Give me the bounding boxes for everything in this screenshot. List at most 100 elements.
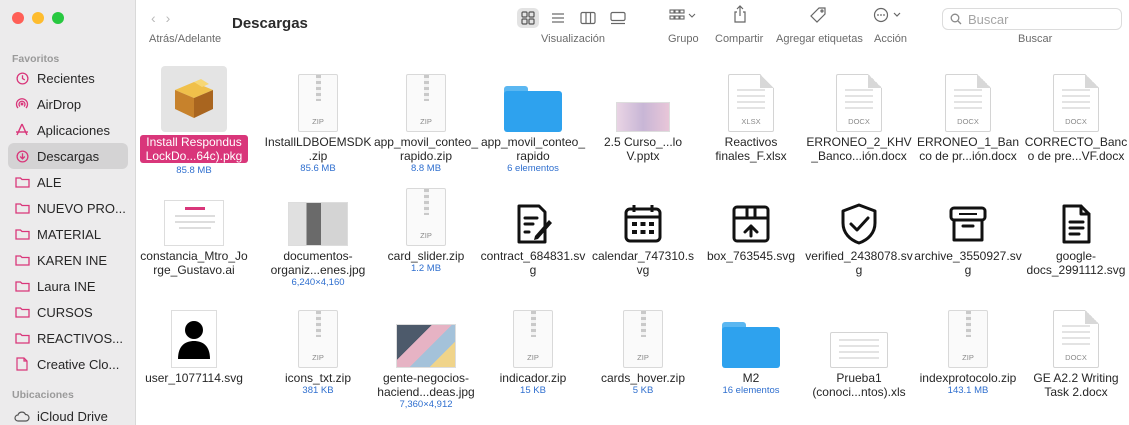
action-icon[interactable] bbox=[873, 7, 903, 28]
file-name: M2 bbox=[742, 371, 760, 385]
action-label: Acción bbox=[874, 33, 908, 45]
file-name: 2.5 Curso_...lo V.pptx bbox=[603, 135, 683, 163]
archive-file-icon bbox=[914, 180, 1022, 246]
file-name: archive_3550927.svg bbox=[914, 249, 1022, 277]
file-item[interactable]: google-docs_2991112.svg bbox=[1022, 180, 1129, 277]
file-item[interactable]: app_movil_conteo_rapido 6 elementos bbox=[479, 66, 587, 175]
zip-file-icon: ZIP bbox=[372, 180, 480, 246]
file-meta: 6,240×4,160 bbox=[291, 277, 345, 288]
search-placeholder: Buscar bbox=[968, 11, 1009, 27]
file-item[interactable]: documentos-organiz...enes.jpg 6,240×4,160 bbox=[264, 180, 372, 289]
sidebar-item-label: Descargas bbox=[37, 148, 100, 164]
file-item[interactable]: DOCX ERRONEO_2_KHV_Banco...ión.docx bbox=[805, 66, 913, 163]
sidebar-item-material[interactable]: MATERIAL bbox=[8, 221, 128, 247]
icon-view-icon[interactable] bbox=[517, 8, 539, 28]
file-item[interactable]: contract_684831.svg bbox=[479, 180, 587, 277]
group-icon[interactable] bbox=[669, 9, 697, 28]
close-button[interactable] bbox=[12, 12, 24, 24]
file-item[interactable]: DOCX GE A2.2 Writing Task 2.docx bbox=[1022, 302, 1129, 399]
file-name: Prueba1 (conoci...ntos).xls bbox=[812, 371, 906, 399]
sidebar-item-airdrop[interactable]: AirDrop bbox=[8, 91, 128, 117]
file-item[interactable]: ZIP InstallLDBOEMSDK.zip 85.6 MB bbox=[264, 66, 372, 175]
gdocs-file-icon bbox=[1022, 180, 1129, 246]
file-item[interactable]: XLSX Reactivos finales_F.xlsx bbox=[697, 66, 805, 163]
sidebar: Favoritos Recientes AirDrop Aplicaciones De… bbox=[0, 0, 136, 425]
view-label: Visualización bbox=[541, 33, 606, 45]
zip-file-icon: ZIP bbox=[914, 302, 1022, 368]
column-view-icon[interactable] bbox=[577, 8, 599, 28]
zoom-button[interactable] bbox=[52, 12, 64, 24]
clock-icon bbox=[14, 70, 30, 86]
docx-file-icon: DOCX bbox=[914, 66, 1022, 132]
file-meta: 85.6 MB bbox=[300, 163, 336, 174]
file-item[interactable]: ZIP card_slider.zip 1.2 MB bbox=[372, 180, 480, 275]
file-item[interactable]: calendar_747310.svg bbox=[589, 180, 697, 277]
sidebar-item-label: iCloud Drive bbox=[37, 408, 108, 424]
favorites-section-title: Favoritos bbox=[12, 53, 60, 65]
back-arrow-icon[interactable]: ‹ bbox=[151, 10, 166, 26]
nav-arrows[interactable]: ‹› bbox=[151, 10, 180, 26]
file-item[interactable]: ZIP icons_txt.zip 381 KB bbox=[264, 302, 372, 397]
file-item[interactable]: ZIP indexprotocolo.zip 143.1 MB bbox=[914, 302, 1022, 397]
share-icon[interactable] bbox=[733, 5, 747, 28]
file-name: GE A2.2 Writing Task 2.docx bbox=[1033, 371, 1119, 399]
photo1-file-icon bbox=[264, 180, 372, 246]
file-item[interactable]: verified_2438078.svg bbox=[805, 180, 913, 277]
file-name: contract_684831.svg bbox=[480, 249, 586, 277]
file-item[interactable]: ZIP indicador.zip 15 KB bbox=[479, 302, 587, 397]
file-item[interactable]: M2 16 elementos bbox=[697, 302, 805, 397]
file-item[interactable]: ZIP app_movil_conteo_rapido.zip 8.8 MB bbox=[372, 66, 480, 175]
sidebar-item-nuevo-pro[interactable]: NUEVO PRO... bbox=[8, 195, 128, 221]
minimize-button[interactable] bbox=[32, 12, 44, 24]
file-item[interactable]: DOCX ERRONEO_1_Banco de pr...ión.docx bbox=[914, 66, 1022, 163]
sidebar-item-label: KAREN INE bbox=[37, 252, 108, 268]
file-meta: 8.8 MB bbox=[410, 163, 442, 174]
sidebar-item-recientes[interactable]: Recientes bbox=[8, 65, 128, 91]
sidebar-item-label: REACTIVOS... bbox=[37, 330, 123, 346]
file-item[interactable]: constancia_Mtro_Jorge_Gustavo.ai bbox=[140, 180, 248, 277]
folder-icon bbox=[14, 252, 30, 268]
file-item[interactable]: Install Respondus LockDo...64c).pkg 85.8 … bbox=[140, 66, 248, 177]
file-meta: 15 KB bbox=[520, 385, 546, 396]
file-item[interactable]: 2.5 Curso_...lo V.pptx bbox=[589, 66, 697, 163]
file-item[interactable]: DOCX CORRECTO_Banco de pre...VF.docx bbox=[1022, 66, 1129, 163]
folder-icon bbox=[14, 278, 30, 294]
docx-file-icon: DOCX bbox=[1022, 66, 1129, 132]
sidebar-item-laura-ine[interactable]: Laura INE bbox=[8, 273, 128, 299]
sidebar-item-ale[interactable]: ALE bbox=[8, 169, 128, 195]
forward-arrow-icon[interactable]: › bbox=[166, 10, 181, 26]
sidebar-item-descargas[interactable]: Descargas bbox=[8, 143, 128, 169]
file-item[interactable]: gente-negocios-haciend...deas.jpg 7,360×4… bbox=[372, 302, 480, 411]
file-item[interactable]: user_1077114.svg bbox=[140, 302, 248, 385]
sidebar-item-icloud-drive[interactable]: iCloud Drive bbox=[8, 403, 128, 425]
file-name: icons_txt.zip bbox=[284, 371, 352, 385]
search-input[interactable]: Buscar bbox=[942, 8, 1122, 30]
sidebar-item-creative-clo[interactable]: Creative Clo... bbox=[8, 351, 128, 377]
sidebar-item-karen-ine[interactable]: KAREN INE bbox=[8, 247, 128, 273]
finder-window: Favoritos Recientes AirDrop Aplicaciones De… bbox=[0, 0, 1129, 425]
file-item[interactable]: ZIP cards_hover.zip 5 KB bbox=[589, 302, 697, 397]
file-item[interactable]: Prueba1 (conoci...ntos).xls bbox=[805, 302, 913, 399]
sidebar-item-cursos[interactable]: CURSOS bbox=[8, 299, 128, 325]
file-name: InstallLDBOEMSDK.zip bbox=[264, 135, 372, 163]
file-name: app_movil_conteo_rapido.zip bbox=[373, 135, 479, 163]
file-item[interactable]: archive_3550927.svg bbox=[914, 180, 1022, 277]
sidebar-item-reactivos[interactable]: REACTIVOS... bbox=[8, 325, 128, 351]
sidebar-item-label: Laura INE bbox=[37, 278, 96, 294]
file-meta: 5 KB bbox=[632, 385, 654, 396]
list-view-icon[interactable] bbox=[547, 8, 569, 28]
folder-file-icon bbox=[479, 66, 587, 132]
nav-label: Atrás/Adelante bbox=[149, 33, 222, 45]
folder-icon bbox=[14, 174, 30, 190]
file-item[interactable]: box_763545.svg bbox=[697, 180, 805, 263]
file-meta: 7,360×4,912 bbox=[399, 399, 453, 410]
downloads-icon bbox=[14, 148, 30, 164]
sidebar-item-label: Aplicaciones bbox=[37, 122, 110, 138]
window-controls bbox=[12, 12, 64, 24]
sidebar-item-aplicaciones[interactable]: Aplicaciones bbox=[8, 117, 128, 143]
tag-icon[interactable] bbox=[810, 7, 826, 28]
view-switcher bbox=[517, 8, 629, 28]
ai-file-icon bbox=[140, 180, 248, 246]
package-file-icon bbox=[140, 66, 248, 132]
gallery-view-icon[interactable] bbox=[607, 8, 629, 28]
